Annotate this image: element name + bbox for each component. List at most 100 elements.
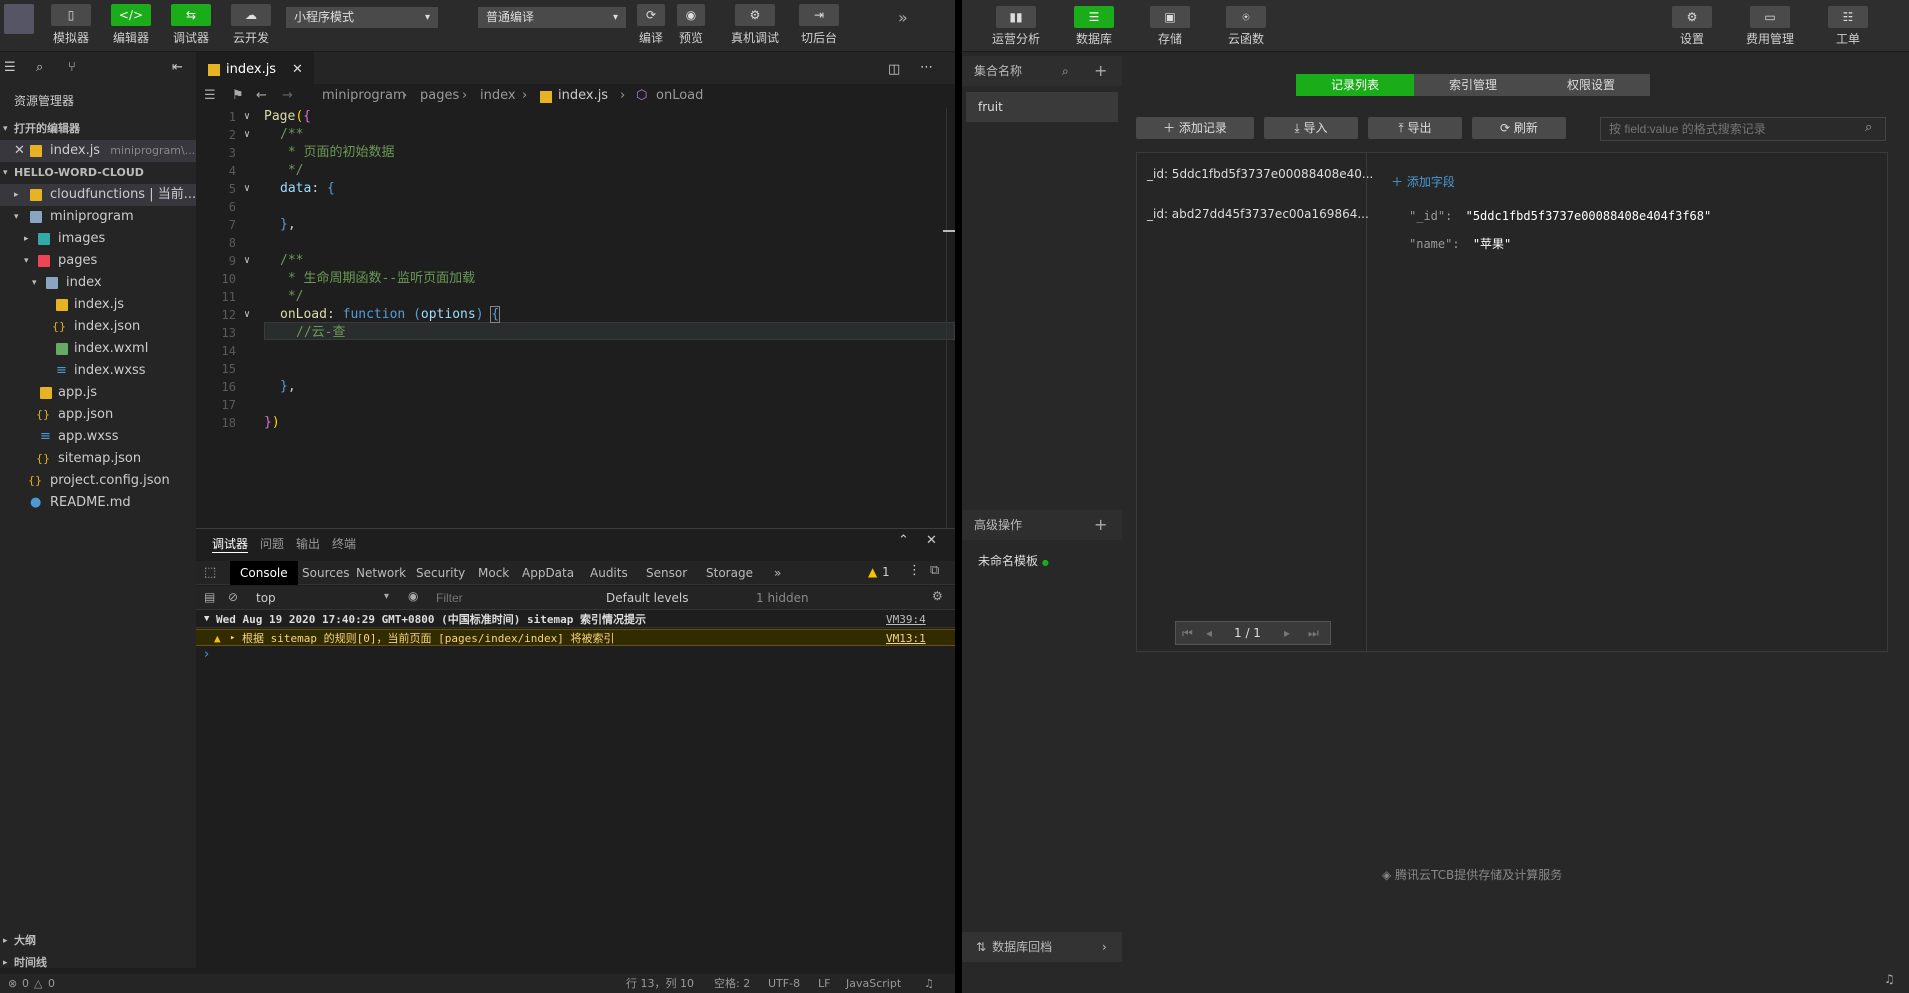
search-icon[interactable]: ⌕ <box>36 60 43 75</box>
preview-button[interactable]: ◉ 预览 <box>658 4 724 46</box>
chevron-down-icon[interactable]: ▼ <box>204 611 209 628</box>
next-page-icon[interactable]: ▸ <box>1284 622 1290 644</box>
warning-row[interactable]: ▲ ▸ 根据 sitemap 的规则[0]，当前页面 [pages/index/… <box>196 629 955 646</box>
fold-icon[interactable]: ∨ <box>244 306 250 324</box>
avatar[interactable] <box>4 4 34 34</box>
breadcrumb-item[interactable]: index <box>480 84 516 108</box>
tree-item-pages[interactable]: ▾ pages <box>0 250 196 272</box>
tab-security[interactable]: Security <box>406 561 475 585</box>
open-editor-item[interactable]: ✕ index.js miniprogram\... <box>0 140 196 162</box>
window-divider[interactable] <box>955 0 962 993</box>
source-control-icon[interactable]: ⑂ <box>68 60 76 75</box>
filter-input[interactable] <box>436 589 556 607</box>
undock-icon[interactable]: ⧉ <box>930 563 939 578</box>
error-icon[interactable]: ⊗ <box>8 974 17 993</box>
maximize-icon[interactable]: ⌃ <box>898 533 909 548</box>
tree-item-index-wxml[interactable]: index.wxml <box>0 338 196 360</box>
back-icon[interactable]: ← <box>256 84 267 108</box>
page-indicator[interactable]: 1 / 1 <box>1234 622 1261 644</box>
bookmark-icon[interactable]: ⚑ <box>232 84 244 108</box>
breadcrumb-item[interactable]: miniprogram <box>322 84 406 108</box>
fold-icon[interactable]: ∨ <box>244 126 250 144</box>
code-editor[interactable]: 1 2 3 4 5 6 7 8 9 10 11 12 13 14 15 16 1… <box>196 108 955 528</box>
inspect-icon[interactable]: ⬚ <box>204 565 216 580</box>
chevron-down-icon[interactable]: ▾ <box>384 591 389 602</box>
nav-database[interactable]: ☰ 数据库 <box>1064 6 1124 47</box>
gear-icon[interactable]: ⚙ <box>932 589 943 603</box>
close-icon[interactable]: ✕ <box>292 52 303 88</box>
first-page-icon[interactable]: ⏮ <box>1182 622 1193 644</box>
tab-terminal[interactable]: 终端 <box>332 535 356 552</box>
tree-item-index-wxss[interactable]: ≡ index.wxss <box>0 360 196 382</box>
remote-debug-button[interactable]: ⚙ 真机调试 <box>722 4 788 46</box>
nav-storage[interactable]: ▣ 存储 <box>1140 6 1200 47</box>
tree-item-index-folder[interactable]: ▾ index <box>0 272 196 294</box>
tree-item-index-js[interactable]: index.js <box>0 294 196 316</box>
editor-button[interactable]: </> 编辑器 <box>98 4 164 46</box>
cursor-position[interactable]: 行 13，列 10 <box>626 974 694 993</box>
open-editors-header[interactable]: ▾ 打开的编辑器 <box>0 118 196 140</box>
more-icon[interactable]: ⋯ <box>920 60 933 75</box>
refresh-button[interactable]: ⟳ 刷新 <box>1472 117 1566 139</box>
tree-item-app-wxss[interactable]: ≡ app.wxss <box>0 426 196 448</box>
split-editor-icon[interactable]: ◫ <box>888 62 900 77</box>
more-tabs-icon[interactable]: » <box>764 561 791 585</box>
fold-icon[interactable]: ∨ <box>244 252 250 270</box>
tree-item-miniprogram[interactable]: ▾ miniprogram <box>0 206 196 228</box>
tab-problems[interactable]: 问题 <box>260 535 284 552</box>
outline-header[interactable]: ▸ 大纲 <box>0 930 196 952</box>
more-icon[interactable]: » <box>898 8 908 27</box>
tree-item-readme[interactable]: ● README.md <box>0 492 196 514</box>
field-row[interactable]: "_id": "5ddc1fbd5f3737e00088408e404f3f68… <box>1409 209 1711 223</box>
collection-item[interactable]: fruit <box>966 92 1118 122</box>
nav-ticket[interactable]: ☷ 工单 <box>1818 6 1878 47</box>
add-record-button[interactable]: ＋ 添加记录 <box>1136 117 1254 139</box>
warning-icon[interactable]: ▲ <box>868 565 877 579</box>
eol[interactable]: LF <box>818 974 830 993</box>
fold-icon[interactable]: ∨ <box>244 180 250 198</box>
import-button[interactable]: ⤓ 导入 <box>1264 117 1358 139</box>
explorer-icon[interactable]: ☰ <box>4 60 16 75</box>
tab-index-js[interactable]: index.js ✕ <box>196 52 314 88</box>
clear-icon[interactable]: ⊘ <box>228 590 238 604</box>
list-icon[interactable]: ☰ <box>204 84 216 108</box>
tab-indexes[interactable]: 索引管理 <box>1414 74 1532 96</box>
encoding[interactable]: UTF-8 <box>768 974 800 993</box>
simulator-button[interactable]: ▯ 模拟器 <box>38 4 104 46</box>
tab-output[interactable]: 输出 <box>296 535 320 552</box>
collapse-icon[interactable]: ⇤ <box>172 60 183 75</box>
nav-billing[interactable]: ▭ 费用管理 <box>1740 6 1800 47</box>
warning-icon[interactable]: △ <box>34 974 42 993</box>
context-select[interactable]: top <box>256 591 276 605</box>
add-template-icon[interactable]: + <box>1094 510 1107 540</box>
tree-item-cloudfunctions[interactable]: ▸ cloudfunctions | 当前... <box>0 184 196 206</box>
field-row[interactable]: "name": "苹果" <box>1409 235 1511 252</box>
breadcrumb-item[interactable]: onLoad <box>656 84 703 108</box>
eye-icon[interactable]: ◉ <box>408 589 418 603</box>
log-source-link[interactable]: VM39:4 <box>886 611 926 628</box>
add-collection-icon[interactable]: + <box>1094 56 1107 86</box>
template-item[interactable]: 未命名模板 ● <box>978 552 1049 569</box>
mode-select[interactable]: 小程序模式 <box>286 7 438 28</box>
indentation[interactable]: 空格: 2 <box>714 974 750 993</box>
tab-debugger[interactable]: 调试器 <box>212 535 249 553</box>
tab-storage[interactable]: Storage <box>696 561 763 585</box>
last-page-icon[interactable]: ⏭ <box>1308 622 1319 644</box>
prev-page-icon[interactable]: ◂ <box>1206 622 1212 644</box>
nav-functions[interactable]: ⍟ 云函数 <box>1216 6 1276 47</box>
close-icon[interactable]: ✕ <box>926 533 937 548</box>
rollback-button[interactable]: ⇅ 数据库回档 › <box>962 932 1122 962</box>
chevron-right-icon[interactable]: ▸ <box>230 630 235 647</box>
debugger-button[interactable]: ⇆ 调试器 <box>158 4 224 46</box>
compile-mode-select[interactable]: 普通编译 <box>478 7 626 28</box>
tab-console[interactable]: Console <box>230 561 298 585</box>
bell-icon[interactable]: ♫ <box>1884 972 1895 986</box>
project-header[interactable]: ▾ HELLO-WORD-CLOUD <box>0 162 196 184</box>
search-icon[interactable]: ⌕ <box>1865 120 1872 135</box>
log-group[interactable]: ▼ Wed Aug 19 2020 17:40:29 GMT+0800 (中国标… <box>196 611 955 628</box>
log-source-link[interactable]: VM13:1 <box>886 630 926 647</box>
tab-audits[interactable]: Audits <box>580 561 638 585</box>
record-item[interactable]: _id: 5ddc1fbd5f3737e00088408e40... <box>1147 167 1373 181</box>
close-icon[interactable]: ✕ <box>14 140 25 162</box>
tab-records[interactable]: 记录列表 <box>1296 74 1414 96</box>
